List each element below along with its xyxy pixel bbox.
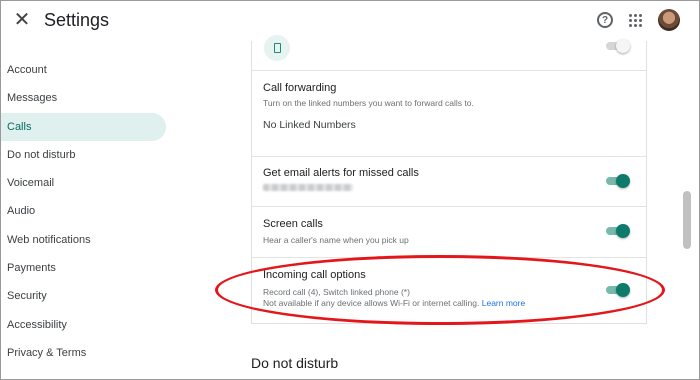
sidebar-item-security[interactable]: Security — [1, 282, 171, 310]
help-icon[interactable]: ? — [597, 12, 613, 28]
linked-phone-toggle[interactable] — [604, 39, 630, 53]
sidebar-item-web-notifications[interactable]: Web notifications — [1, 226, 171, 254]
call-forwarding-title: Call forwarding — [263, 82, 337, 94]
calls-settings-card: Call forwarding Turn on the linked numbe… — [251, 35, 647, 324]
screen-calls-title: Screen calls — [263, 218, 323, 230]
email-alerts-toggle[interactable] — [604, 174, 630, 188]
avatar[interactable] — [658, 9, 680, 31]
sidebar-item-account[interactable]: Account — [1, 56, 171, 84]
call-forwarding-subtitle: Turn on the linked numbers you want to f… — [263, 98, 474, 108]
phone-icon — [264, 35, 290, 61]
sidebar-item-calls[interactable]: Calls — [1, 112, 166, 141]
close-icon[interactable]: ✕ — [12, 10, 32, 30]
sidebar-item-payments[interactable]: Payments — [1, 254, 171, 282]
sidebar-item-do-not-disturb[interactable]: Do not disturb — [1, 141, 171, 169]
page-title: Settings — [44, 10, 110, 30]
screen-calls-row: Screen calls Hear a caller's name when y… — [252, 207, 646, 258]
email-alerts-row: Get email alerts for missed calls — [252, 157, 646, 207]
call-forwarding-row: Call forwarding Turn on the linked numbe… — [252, 71, 646, 157]
sidebar-item-privacy-terms[interactable]: Privacy & Terms — [1, 339, 171, 367]
availability-note: Not available if any device allows Wi-Fi… — [263, 298, 480, 308]
linked-phone-row — [252, 35, 646, 71]
sidebar-item-voicemail[interactable]: Voicemail — [1, 169, 171, 197]
incoming-call-options-toggle[interactable] — [604, 283, 630, 297]
top-app-bar: ✕ Settings ? — [1, 1, 699, 41]
apps-grid-icon[interactable] — [629, 14, 642, 27]
sidebar-item-audio[interactable]: Audio — [1, 197, 171, 225]
linked-numbers-status: No Linked Numbers — [263, 119, 356, 131]
redacted-email — [263, 184, 353, 191]
sidebar-item-accessibility[interactable]: Accessibility — [1, 311, 171, 339]
sidebar-item-messages[interactable]: Messages — [1, 84, 171, 112]
scrollbar-thumb[interactable] — [683, 191, 691, 249]
screen-calls-toggle[interactable] — [604, 224, 630, 238]
email-alerts-title: Get email alerts for missed calls — [263, 167, 419, 179]
incoming-call-options-note: Not available if any device allows Wi-Fi… — [263, 298, 525, 308]
incoming-call-options-subtitle: Record call (4), Switch linked phone (*) — [263, 287, 410, 297]
learn-more-link[interactable]: Learn more — [482, 298, 525, 308]
incoming-call-options-row: Incoming call options Record call (4), S… — [252, 258, 646, 324]
screen-calls-subtitle: Hear a caller's name when you pick up — [263, 235, 409, 245]
incoming-call-options-title: Incoming call options — [263, 269, 366, 281]
do-not-disturb-heading: Do not disturb — [251, 355, 339, 371]
settings-sidebar: Account Messages Calls Do not disturb Vo… — [1, 56, 171, 367]
